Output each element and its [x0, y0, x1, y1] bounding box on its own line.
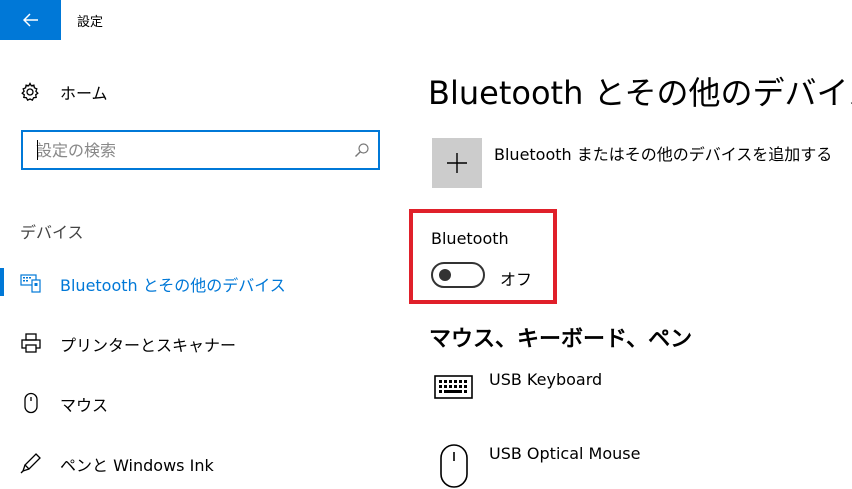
- sidebar-item-mouse[interactable]: マウス: [0, 382, 400, 422]
- sidebar-item-label: マウス: [60, 396, 109, 415]
- section-label-devices: デバイス: [20, 223, 84, 242]
- sidebar-item-printers[interactable]: プリンターとスキャナー: [0, 322, 400, 362]
- device-usb-keyboard[interactable]: USB Keyboard: [434, 370, 834, 410]
- device-usb-optical-mouse[interactable]: USB Optical Mouse: [434, 444, 834, 488]
- sidebar-item-bluetooth[interactable]: Bluetooth とその他のデバイス: [0, 262, 400, 302]
- device-name: USB Keyboard: [489, 370, 603, 389]
- add-device-tile[interactable]: [432, 138, 482, 188]
- home-nav-item[interactable]: ホーム: [20, 80, 108, 104]
- plus-icon: [447, 153, 467, 173]
- add-device-label: Bluetooth またはその他のデバイスを追加する: [494, 145, 833, 164]
- window-title: 設定: [77, 15, 104, 30]
- mouse-icon: [20, 392, 42, 414]
- pen-icon: [20, 452, 42, 474]
- device-name: USB Optical Mouse: [489, 444, 641, 463]
- highlight-frame: [409, 209, 557, 304]
- back-button[interactable]: [0, 0, 61, 40]
- gear-icon: [21, 82, 39, 101]
- sidebar-item-label: ペンと Windows Ink: [60, 456, 214, 475]
- sidebar-item-pen[interactable]: ペンと Windows Ink: [0, 442, 400, 482]
- home-label: ホーム: [60, 84, 108, 103]
- keyboard-icon: [434, 375, 473, 399]
- printer-icon: [20, 332, 42, 354]
- bluetooth-toggle-label: Bluetooth: [431, 229, 509, 248]
- toggle-knob: [439, 269, 451, 281]
- search-icon[interactable]: [354, 142, 370, 158]
- bluetooth-toggle[interactable]: [431, 262, 485, 288]
- mouse-icon: [440, 444, 468, 488]
- settings-search-input[interactable]: [23, 132, 343, 168]
- sidebar-item-label: Bluetooth とその他のデバイス: [60, 276, 286, 295]
- back-arrow-icon: [22, 13, 38, 27]
- text-caret: [37, 140, 38, 160]
- devices-heading: マウス、キーボード、ペン: [429, 327, 693, 352]
- sidebar-item-label: プリンターとスキャナー: [60, 336, 237, 355]
- bluetooth-toggle-state: オフ: [500, 270, 533, 289]
- bluetooth-devices-icon: [20, 272, 42, 294]
- search-box[interactable]: [21, 130, 380, 170]
- title-bar: 設定: [0, 0, 852, 40]
- selection-indicator: [0, 268, 4, 296]
- page-title: Bluetooth とその他のデバイス: [428, 74, 852, 112]
